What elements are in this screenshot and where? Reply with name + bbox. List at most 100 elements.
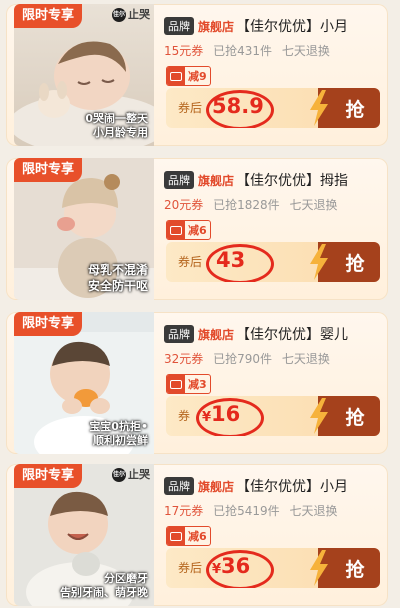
meta-row: 17元券 已抢5419件 七天退换 (164, 502, 338, 519)
buy-bar[interactable]: 券后 58.9 抢 (166, 88, 380, 128)
flagship-badge: 旗舰店 (198, 173, 235, 188)
limited-offer-tag: 限时专享 (14, 4, 83, 28)
caption-line: 宝宝0抗拒• (89, 420, 148, 433)
grab-label: 抢 (345, 252, 365, 275)
buy-bar[interactable]: 券 ¥16 抢 (166, 396, 380, 436)
ticket-icon (167, 67, 185, 85)
product-title[interactable]: 【佳尔优优】拇指 (236, 170, 348, 190)
title-row[interactable]: 品牌 旗舰店 【佳尔优优】婴儿 (164, 324, 384, 344)
sold-count: 已抢790件 (213, 352, 273, 366)
stop-cry-badge: 佳尔 止哭 (112, 6, 150, 24)
return-policy: 七天退换 (289, 504, 338, 518)
caption-line: 0哭闹一整天 (85, 112, 148, 125)
product-card[interactable]: 限时专享 宝宝0抗拒• 顺利初尝鲜 品牌 旗舰店 【佳尔优优】婴儿 32元券 已… (6, 312, 388, 454)
price: ¥36 (212, 554, 250, 582)
stop-cry-label: 止哭 (128, 8, 150, 21)
buy-bar[interactable]: 券后 ¥36 抢 (166, 548, 380, 588)
coupon-amount: 15元券 (164, 44, 204, 58)
lightning-icon (310, 244, 328, 280)
coupon-amount: 32元券 (164, 352, 204, 366)
lightning-icon (310, 90, 328, 126)
lightning-icon (310, 398, 328, 434)
ticket-icon (167, 221, 185, 239)
price-value: 16 (211, 402, 241, 426)
brand-badge: 品牌 (164, 325, 194, 343)
after-coupon-label: 券后 (178, 561, 203, 575)
brand-badge: 品牌 (164, 17, 194, 35)
after-coupon-label: 券 (178, 409, 191, 423)
lightning-icon (310, 550, 328, 586)
grab-button[interactable]: 抢 (310, 88, 380, 128)
discount-label: 减3 (188, 378, 207, 391)
price: ¥16 (202, 402, 240, 430)
product-card[interactable]: 限时专享 佳尔 止哭 0哭闹一整天 小月龄专用 品牌 旗舰店 【佳尔优优】小月 … (6, 4, 388, 146)
product-image[interactable]: 限时专享 母乳不混淆 安全防干呕 (14, 158, 154, 300)
product-title[interactable]: 【佳尔优优】小月 (236, 16, 348, 36)
stop-cry-badge: 佳尔 止哭 (112, 466, 150, 484)
caption-line: 小月龄专用 (93, 126, 148, 139)
return-policy: 七天退换 (281, 352, 330, 366)
meta-row: 20元券 已抢1828件 七天退换 (164, 196, 338, 213)
product-image[interactable]: 限时专享 佳尔 止哭 分区磨牙 告别牙闹、萌牙晚 (14, 464, 154, 606)
ticket-icon (167, 375, 185, 393)
sold-count: 已抢1828件 (213, 198, 280, 212)
caption-line: 安全防干呕 (87, 279, 148, 293)
price: 43 (216, 248, 245, 276)
discount-label: 减9 (188, 70, 207, 83)
price: 58.9 (212, 94, 264, 122)
currency-symbol: ¥ (202, 410, 212, 425)
limited-offer-tag: 限时专享 (14, 312, 83, 336)
image-caption: 母乳不混淆 安全防干呕 (88, 262, 148, 294)
discount-label: 减6 (188, 530, 207, 543)
ticket-icon (167, 527, 185, 545)
grab-button[interactable]: 抢 (310, 242, 380, 282)
stop-cry-label: 止哭 (128, 468, 150, 481)
caption-line: 分区磨牙 (104, 572, 148, 585)
flagship-badge: 旗舰店 (198, 479, 235, 494)
product-image[interactable]: 限时专享 宝宝0抗拒• 顺利初尝鲜 (14, 312, 154, 454)
caption-line: 顺利初尝鲜 (93, 434, 148, 447)
limited-offer-tag: 限时专享 (14, 158, 83, 182)
price-value: 43 (216, 248, 246, 272)
sold-count: 已抢5419件 (213, 504, 280, 518)
meta-row: 32元券 已抢790件 七天退换 (164, 350, 330, 367)
after-coupon-label: 券后 (178, 255, 203, 269)
title-row[interactable]: 品牌 旗舰店 【佳尔优优】小月 (164, 476, 384, 496)
grab-label: 抢 (345, 558, 365, 581)
brand-badge: 品牌 (164, 171, 194, 189)
title-row[interactable]: 品牌 旗舰店 【佳尔优优】小月 (164, 16, 384, 36)
discount-badge: 减6 (166, 220, 211, 240)
product-card[interactable]: 限时专享 母乳不混淆 安全防干呕 品牌 旗舰店 【佳尔优优】拇指 20元券 已抢… (6, 158, 388, 300)
brand-badge: 品牌 (164, 477, 194, 495)
coupon-amount: 17元券 (164, 504, 204, 518)
buy-bar[interactable]: 券后 43 抢 (166, 242, 380, 282)
product-title[interactable]: 【佳尔优优】婴儿 (236, 324, 348, 344)
brand-logo-icon: 佳尔 (112, 8, 126, 22)
price-value: 58.9 (212, 94, 264, 118)
product-title[interactable]: 【佳尔优优】小月 (236, 476, 348, 496)
discount-badge: 减3 (166, 374, 211, 394)
return-policy: 七天退换 (281, 44, 330, 58)
sold-count: 已抢431件 (213, 44, 273, 58)
discount-badge: 减6 (166, 526, 211, 546)
grab-button[interactable]: 抢 (310, 548, 380, 588)
product-image[interactable]: 限时专享 佳尔 止哭 0哭闹一整天 小月龄专用 (14, 4, 154, 146)
meta-row: 15元券 已抢431件 七天退换 (164, 42, 330, 59)
brand-logo-icon: 佳尔 (112, 468, 126, 482)
caption-line: 告别牙闹、萌牙晚 (60, 586, 148, 599)
discount-badge: 减9 (166, 66, 211, 86)
product-card[interactable]: 限时专享 佳尔 止哭 分区磨牙 告别牙闹、萌牙晚 品牌 旗舰店 【佳尔优优】小月… (6, 464, 388, 606)
currency-symbol: ¥ (212, 562, 222, 577)
grab-button[interactable]: 抢 (310, 396, 380, 436)
discount-label: 减6 (188, 224, 207, 237)
grab-label: 抢 (345, 98, 365, 121)
caption-line: 母乳不混淆 (87, 263, 148, 277)
price-value: 36 (221, 554, 251, 578)
flagship-badge: 旗舰店 (198, 327, 235, 342)
product-list: 限时专享 佳尔 止哭 0哭闹一整天 小月龄专用 品牌 旗舰店 【佳尔优优】小月 … (0, 0, 400, 608)
flagship-badge: 旗舰店 (198, 19, 235, 34)
title-row[interactable]: 品牌 旗舰店 【佳尔优优】拇指 (164, 170, 384, 190)
image-caption: 宝宝0抗拒• 顺利初尝鲜 (89, 420, 148, 448)
return-policy: 七天退换 (289, 198, 338, 212)
after-coupon-label: 券后 (178, 101, 203, 115)
